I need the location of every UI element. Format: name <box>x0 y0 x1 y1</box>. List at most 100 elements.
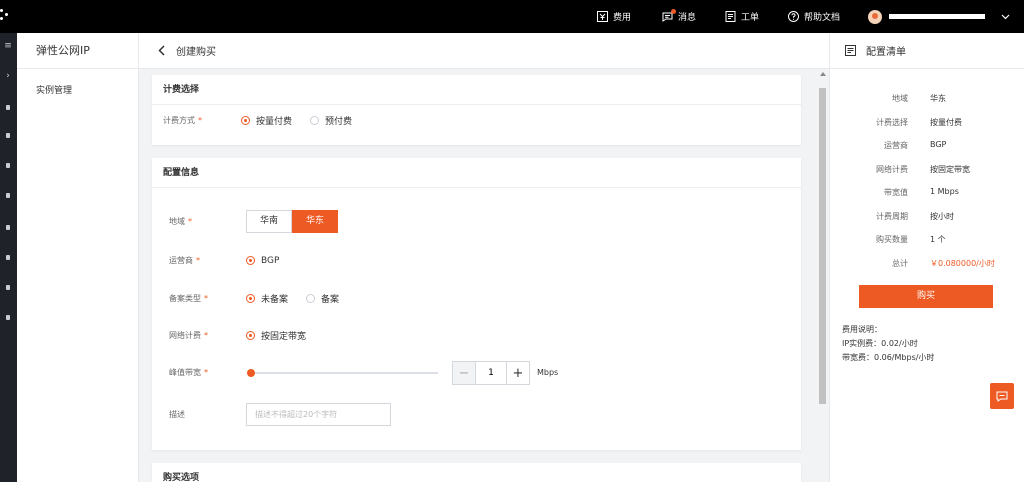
description-row: 描述 <box>169 409 246 420</box>
nav-item-icon[interactable] <box>6 255 10 260</box>
fee-note-bandwidth: 带宽费：0.06/Mbps/小时 <box>842 353 935 362</box>
product-title: 弹性公网IP <box>17 33 138 69</box>
summary-value: 按小时 <box>930 211 954 221</box>
main-content: 计费选择 计费方式 * 按量付费 预付费 配置信息 地域 * 华南 华东 运营商 * … <box>139 69 829 482</box>
fee-icon <box>597 11 608 22</box>
summary-value: 按固定带宽 <box>930 164 970 174</box>
scrollbar[interactable] <box>817 69 828 482</box>
nav-item-icon[interactable] <box>6 105 10 110</box>
summary-value: 按量付费 <box>930 117 962 127</box>
summary-total: ￥0.080000/小时 <box>930 258 995 268</box>
summary-key: 计费选择 <box>876 117 908 127</box>
expand-chevron-icon[interactable]: › <box>3 71 13 81</box>
summary-key: 购买数量 <box>876 235 908 244</box>
network-billing-label: 网络计费 * <box>169 331 208 340</box>
page-header: 创建购买 <box>139 33 829 69</box>
summary-title: 配置清单 <box>866 47 906 58</box>
back-arrow-icon <box>157 45 165 56</box>
top-navigation-bar: 费用 消息 工单 帮助文档 <box>0 0 1024 33</box>
help-icon <box>788 11 799 22</box>
checklist-icon <box>845 45 856 56</box>
isp-row: 运营商 * BGP <box>169 255 297 266</box>
radio-not-filed[interactable]: 未备案 <box>246 292 288 305</box>
summary-key: 运营商 <box>884 141 908 150</box>
page-title: 创建购买 <box>176 47 216 58</box>
radio-prepaid[interactable]: 预付费 <box>310 114 352 127</box>
sidebar-item-instances[interactable]: 实例管理 <box>17 69 138 96</box>
scroll-thumb[interactable] <box>819 88 826 404</box>
logo-icon[interactable] <box>0 9 12 23</box>
region-option-east[interactable]: 华东 <box>292 210 338 233</box>
ticket-label: 工单 <box>741 13 760 23</box>
bandwidth-input[interactable] <box>476 362 506 384</box>
bandwidth-unit: Mbps <box>537 368 559 377</box>
summary-value: 华东 <box>930 94 946 103</box>
user-name-redacted <box>889 14 985 19</box>
region-label: 地域 * <box>169 217 192 226</box>
radio-pay-as-you-go[interactable]: 按量付费 <box>241 114 292 127</box>
fee-link[interactable]: 费用 <box>597 0 631 33</box>
description-input[interactable] <box>246 403 391 426</box>
summary-header: 配置清单 <box>830 33 1024 69</box>
message-label: 消息 <box>678 13 697 23</box>
summary-value: 1 个 <box>930 235 946 244</box>
help-label: 帮助文档 <box>804 13 841 23</box>
back-button[interactable] <box>146 33 176 69</box>
scroll-up-arrow-icon[interactable] <box>820 72 826 76</box>
filing-row: 备案类型 * 未备案 备案 <box>169 292 357 305</box>
network-billing-row: 网络计费 * 按固定带宽 <box>169 329 324 342</box>
message-icon <box>662 9 676 22</box>
nav-item-icon[interactable] <box>6 163 10 168</box>
radio-fixed-bandwidth[interactable]: 按固定带宽 <box>246 329 306 342</box>
region-selector: 华南 华东 <box>246 210 338 233</box>
filing-label: 备案类型 * <box>169 294 208 303</box>
summary-key: 网络计费 <box>876 164 908 174</box>
order-summary-panel: 配置清单 地域 华东计费选择 按量付费运营商 BGP 网络计费 按固定带宽带宽值 1 Mbp… <box>829 33 1024 482</box>
nav-item-icon[interactable] <box>6 225 10 230</box>
summary-value: BGP <box>930 140 947 149</box>
buy-button[interactable]: 购买 <box>859 285 993 308</box>
isp-label: 运营商 * <box>169 256 200 265</box>
region-option-south[interactable]: 华南 <box>246 210 292 233</box>
product-sidebar: 弹性公网IP 实例管理 <box>17 33 139 482</box>
radio-filed[interactable]: 备案 <box>306 292 339 305</box>
user-menu[interactable] <box>868 0 1011 33</box>
bandwidth-slider-handle[interactable] <box>247 369 255 377</box>
billing-method-label: 计费方式 * <box>163 116 202 125</box>
decrement-button[interactable]: − <box>453 362 476 384</box>
bandwidth-slider-track[interactable] <box>250 372 438 374</box>
help-link[interactable]: 帮助文档 <box>788 0 840 33</box>
bandwidth-row: 峰值带宽 * <box>169 367 246 378</box>
config-card: 配置信息 地域 * 华南 华东 运营商 * BGP 备案类型 * 未备案 备案 网络计… <box>152 158 801 450</box>
nav-item-icon[interactable] <box>6 193 10 198</box>
global-nav-rail: ≡ › <box>0 33 17 482</box>
increment-button[interactable]: + <box>506 362 529 384</box>
summary-key: 带宽值 <box>884 188 908 197</box>
fee-note-title: 费用说明： <box>842 325 882 334</box>
fee-note-ip: IP实例费：0.02/小时 <box>842 339 918 348</box>
unread-dot <box>671 9 676 14</box>
ticket-icon <box>725 11 736 22</box>
avatar <box>868 9 882 24</box>
message-link[interactable]: 消息 <box>662 0 696 33</box>
summary-key: 总计 <box>892 258 908 268</box>
summary-key: 地域 <box>892 94 908 103</box>
chat-button[interactable] <box>990 383 1014 409</box>
bandwidth-label: 峰值带宽 * <box>169 368 208 377</box>
billing-card: 计费选择 计费方式 * 按量付费 预付费 <box>152 75 801 145</box>
bandwidth-stepper: − + <box>452 361 530 385</box>
chat-icon <box>996 391 1008 402</box>
fee-label: 费用 <box>613 13 632 23</box>
nav-item-icon[interactable] <box>6 315 10 320</box>
nav-item-icon[interactable] <box>6 285 10 290</box>
billing-heading: 计费选择 <box>152 75 801 105</box>
ticket-link[interactable]: 工单 <box>725 0 759 33</box>
menu-icon[interactable]: ≡ <box>3 41 13 51</box>
nav-item-icon[interactable] <box>6 133 10 138</box>
summary-value: 1 Mbps <box>930 187 959 196</box>
purchase-heading: 购买选项 <box>152 463 801 482</box>
chevron-down-icon <box>1000 11 1011 22</box>
description-label: 描述 <box>169 410 185 419</box>
summary-key: 计费周期 <box>876 211 908 221</box>
radio-bgp[interactable]: BGP <box>246 256 279 266</box>
